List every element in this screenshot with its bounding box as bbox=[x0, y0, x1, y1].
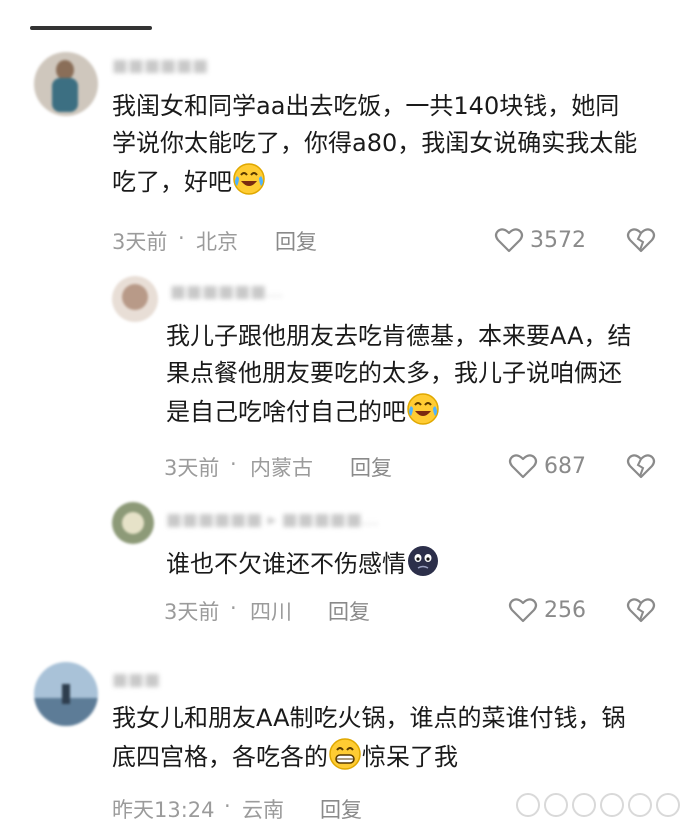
heart-icon bbox=[508, 596, 538, 624]
comment-time: 3天前 bbox=[112, 230, 168, 254]
username-blurred[interactable]: ■■■ bbox=[112, 670, 160, 690]
reply-body: 谁也不欠谁还不伤感情 bbox=[166, 550, 406, 578]
reply-username-blurred[interactable]: ■■■■■■... bbox=[170, 282, 283, 302]
reply-avatar[interactable] bbox=[112, 502, 154, 544]
like-count: 3572 bbox=[530, 227, 586, 253]
reply-text: 我儿子跟他朋友去吃肯德基，本来要AA，结果点餐他朋友要吃的太多，我儿子说咱俩还是… bbox=[166, 318, 636, 431]
top-divider bbox=[30, 26, 152, 30]
heart-icon bbox=[508, 452, 538, 480]
comment-location: 云南 bbox=[242, 798, 284, 822]
like-count: 687 bbox=[544, 453, 586, 479]
like-button[interactable]: 687 bbox=[508, 452, 586, 480]
reply-text: 谁也不欠谁还不伤感情 bbox=[166, 544, 636, 583]
broken-heart-icon bbox=[626, 226, 656, 254]
meta-separator: · bbox=[230, 452, 237, 476]
broken-heart-icon bbox=[626, 452, 656, 480]
meta-separator: · bbox=[224, 794, 231, 818]
like-button[interactable]: 256 bbox=[508, 596, 586, 624]
username-blurred[interactable]: ■■■■■■ bbox=[112, 56, 208, 76]
comment-body-tail: 惊呆了我 bbox=[362, 743, 458, 771]
comment-location: 北京 bbox=[196, 230, 238, 254]
meta-separator: · bbox=[230, 596, 237, 620]
meta-separator: · bbox=[178, 226, 185, 250]
broken-heart-icon bbox=[626, 596, 656, 624]
dark-blob-emoji-icon bbox=[406, 544, 440, 578]
reply-button[interactable]: 回复 bbox=[320, 794, 362, 824]
reply-time: 3天前 bbox=[164, 456, 220, 480]
comment-text: 我女儿和朋友AA制吃火锅，谁点的菜谁付钱，锅底四宫格，各吃各的 惊呆了我 bbox=[112, 700, 632, 776]
dislike-button[interactable] bbox=[626, 596, 656, 624]
reply-body: 我儿子跟他朋友去吃肯德基，本来要AA，结果点餐他朋友要吃的太多，我儿子说咱俩还是… bbox=[166, 322, 632, 426]
comment-text: 我闺女和同学aa出去吃饭，一共140块钱，她同学说你太能吃了，你得a80，我闺女… bbox=[112, 88, 642, 201]
reply-button[interactable]: 回复 bbox=[275, 226, 317, 256]
watermark bbox=[516, 793, 680, 817]
reply-location: 四川 bbox=[250, 600, 292, 624]
like-count: 256 bbox=[544, 597, 586, 623]
dislike-button[interactable] bbox=[626, 452, 656, 480]
reply-username-blurred[interactable]: ■■■■■■ ▸ ■■■■■... bbox=[166, 510, 378, 530]
reply-button[interactable]: 回复 bbox=[328, 596, 370, 626]
comment-time: 昨天13:24 bbox=[112, 798, 215, 822]
laugh-cry-emoji-icon bbox=[232, 162, 266, 196]
laugh-cry-emoji-icon bbox=[406, 392, 440, 426]
reply-location: 内蒙古 bbox=[250, 456, 313, 480]
reply-time: 3天前 bbox=[164, 600, 220, 624]
reply-button[interactable]: 回复 bbox=[350, 452, 392, 482]
dislike-button[interactable] bbox=[626, 226, 656, 254]
grin-emoji-icon bbox=[328, 737, 362, 771]
comment-body: 我闺女和同学aa出去吃饭，一共140块钱，她同学说你太能吃了，你得a80，我闺女… bbox=[112, 92, 638, 196]
avatar[interactable] bbox=[34, 662, 98, 726]
heart-icon bbox=[494, 226, 524, 254]
avatar[interactable] bbox=[34, 52, 98, 116]
like-button[interactable]: 3572 bbox=[494, 226, 586, 254]
reply-avatar[interactable] bbox=[112, 276, 158, 322]
